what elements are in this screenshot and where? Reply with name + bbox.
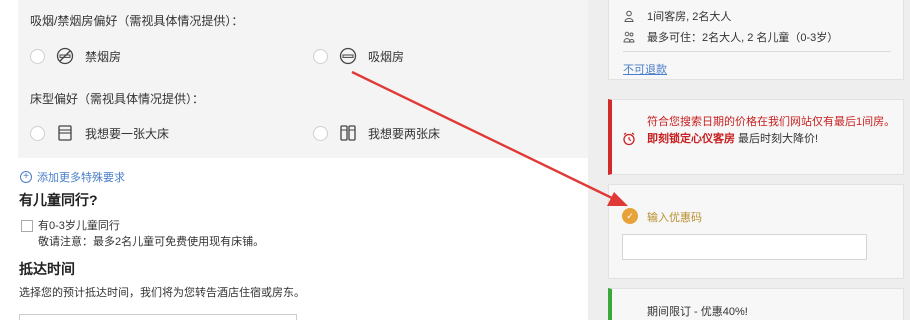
- scarcity-alert-text: 符合您搜索日期的价格在我们网站仅有最后1间房。 即刻锁定心仪客房 最后时刻大降价…: [647, 114, 897, 148]
- group-icon: [623, 31, 635, 43]
- rooms-guests-row: 1间客房, 2名大人: [623, 8, 731, 24]
- booking-form: 吸烟/禁烟房偏好（需视具体情况提供）： 禁烟房 吸烟房 床型偏好（需视具体情况提…: [0, 0, 588, 320]
- smoking-radio[interactable]: [313, 48, 328, 64]
- promo-code-input[interactable]: [622, 234, 867, 260]
- no-smoking-label: 禁烟房: [85, 49, 122, 64]
- twin-bed-icon: [339, 124, 357, 142]
- smoking-icon: [339, 47, 357, 65]
- limited-deal-text: 期间限订 - 优惠40%!: [647, 306, 748, 318]
- coupon-icon: ✓: [622, 208, 638, 224]
- children-note: 敬请注意：最多2名儿童可免费使用现有床铺。: [38, 236, 265, 248]
- special-requests-panel: 吸烟/禁烟房偏好（需视具体情况提供）： 禁烟房 吸烟房 床型偏好（需视具体情况提…: [18, 0, 588, 158]
- non-refundable-link[interactable]: 不可退款: [623, 61, 667, 77]
- scarcity-alert-bold: 即刻锁定心仪客房: [647, 133, 735, 145]
- children-checkbox-row[interactable]: 有0-3岁儿童同行 敬请注意：最多2名儿童可免费使用现有床铺。: [21, 218, 264, 250]
- rooms-guests-text: 1间客房, 2名大人: [647, 11, 732, 23]
- smoking-option[interactable]: 吸烟房: [313, 47, 404, 65]
- arrival-description: 选择您的预计抵达时间，我们将为您转告酒店住宿或房东。: [19, 287, 305, 299]
- children-checkbox[interactable]: [21, 220, 33, 232]
- twin-bed-radio[interactable]: [313, 125, 328, 141]
- no-smoking-icon: [56, 47, 74, 65]
- summary-divider: [623, 51, 891, 52]
- double-bed-label: 我想要一张大床: [85, 126, 170, 141]
- double-bed-option[interactable]: 我想要一张大床: [30, 124, 169, 142]
- max-occupancy-text: 最多可住：2名大人, 2 名儿童（0-3岁）: [647, 32, 839, 44]
- bed-preference-label: 床型偏好（需视具体情况提供）：: [30, 92, 205, 106]
- children-heading: 有儿童同行?: [19, 192, 98, 208]
- no-smoking-radio[interactable]: [30, 48, 45, 64]
- twin-bed-option[interactable]: 我想要两张床: [313, 124, 440, 142]
- arrival-heading: 抵达时间: [19, 261, 75, 277]
- scarcity-alert-line2: 即刻锁定心仪客房 最后时刻大降价!: [647, 131, 897, 148]
- children-checkbox-text: 有0-3岁儿童同行 敬请注意：最多2名儿童可免费使用现有床铺。: [38, 218, 264, 250]
- plus-circle-icon: +: [20, 171, 32, 183]
- double-bed-radio[interactable]: [30, 125, 45, 141]
- scarcity-alert-line1: 符合您搜索日期的价格在我们网站仅有最后1间房。: [647, 116, 896, 128]
- max-occupancy-row: 最多可住：2名大人, 2 名儿童（0-3岁）: [623, 29, 838, 45]
- no-smoking-option[interactable]: 禁烟房: [30, 47, 121, 65]
- promo-code-label[interactable]: 输入优惠码: [647, 209, 702, 225]
- add-more-requests-link[interactable]: + 添加更多特殊要求: [20, 169, 125, 185]
- alarm-clock-icon: [622, 132, 636, 146]
- limited-deal-card: 期间限订 - 优惠40%!: [608, 288, 904, 320]
- scarcity-alert-plain: 最后时刻大降价!: [735, 133, 819, 145]
- room-summary-card: 1间客房, 2名大人 最多可住：2名大人, 2 名儿童（0-3岁） 不可退款: [608, 0, 904, 80]
- person-icon: [623, 10, 635, 22]
- promo-code-card: ✓ 输入优惠码: [608, 184, 904, 279]
- children-checkbox-label: 有0-3岁儿童同行: [38, 220, 120, 232]
- add-more-requests-label: 添加更多特殊要求: [37, 172, 125, 184]
- twin-bed-label: 我想要两张床: [368, 126, 441, 141]
- smoking-label: 吸烟房: [368, 49, 405, 64]
- arrival-time-select[interactable]: [19, 314, 297, 320]
- double-bed-icon: [56, 124, 74, 142]
- scarcity-alert-card: 符合您搜索日期的价格在我们网站仅有最后1间房。 即刻锁定心仪客房 最后时刻大降价…: [608, 99, 904, 175]
- smoking-preference-label: 吸烟/禁烟房偏好（需视具体情况提供）：: [30, 14, 244, 28]
